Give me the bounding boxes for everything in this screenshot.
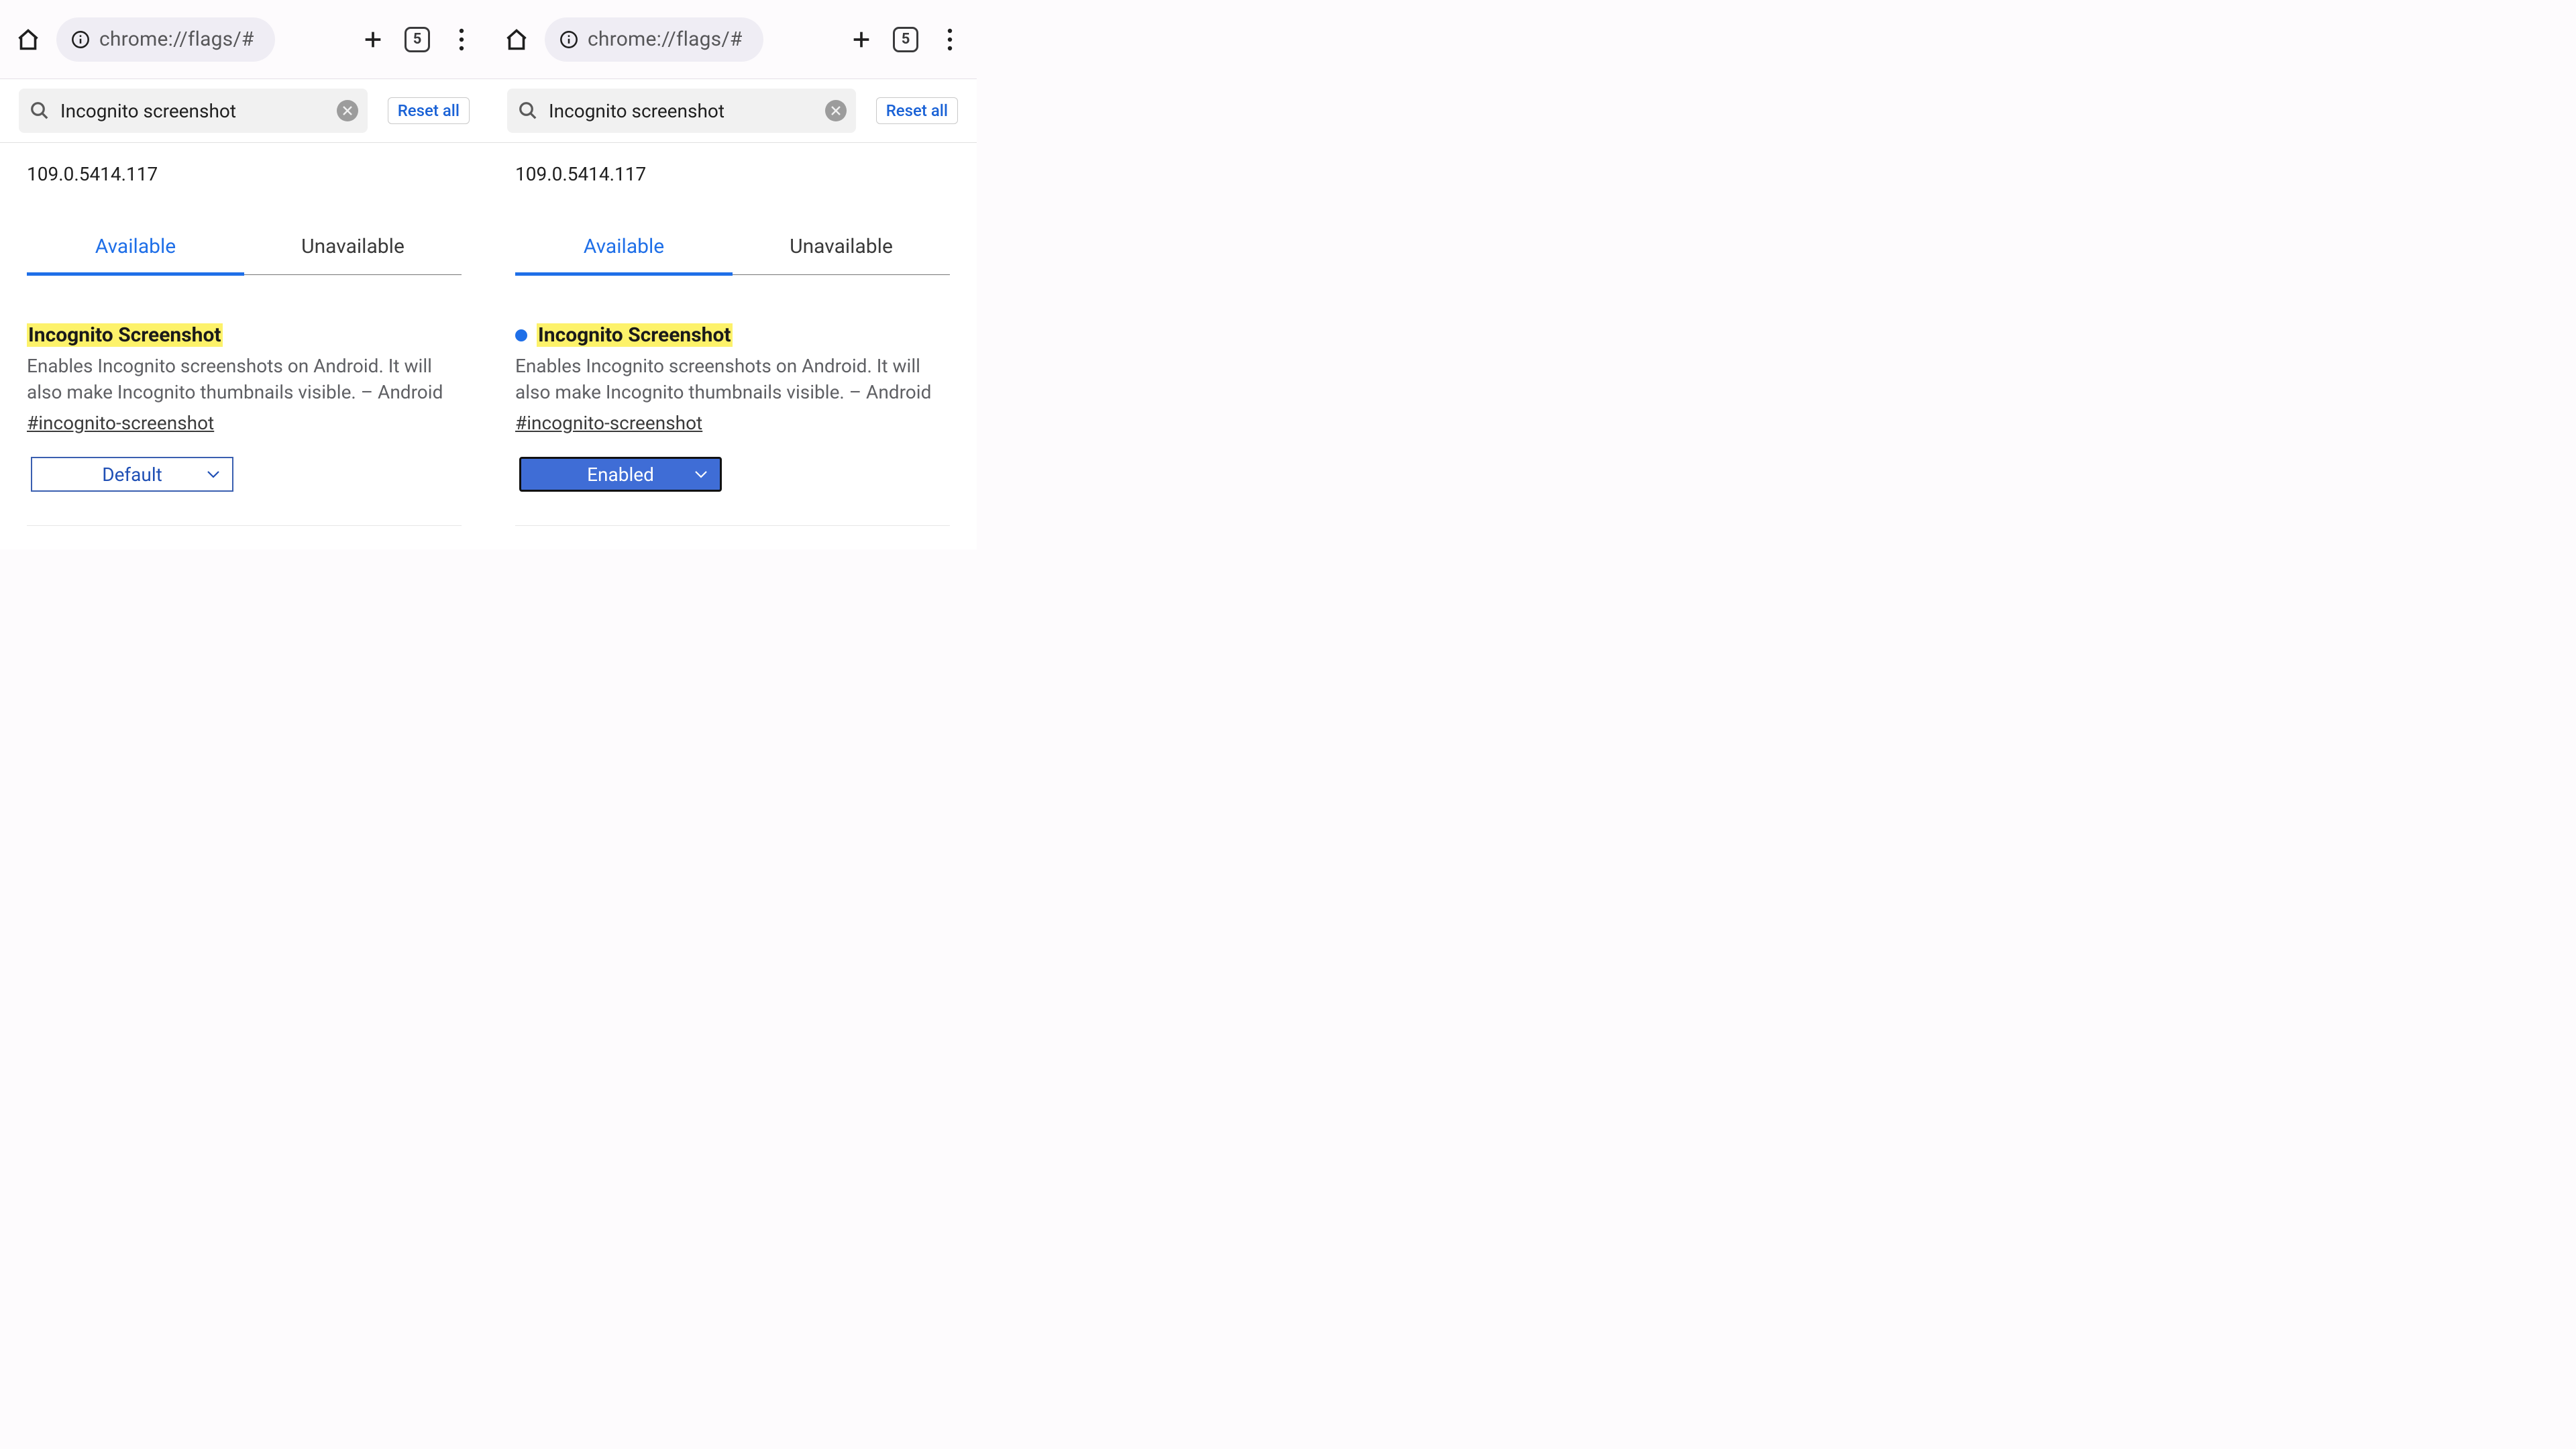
flag-item: Incognito Screenshot Enables Incognito s… <box>27 323 462 526</box>
clear-search-button[interactable] <box>337 100 358 121</box>
dropdown-value: Default <box>102 464 162 486</box>
x-icon <box>342 105 353 116</box>
flag-state-dropdown[interactable]: Default <box>31 457 233 492</box>
clear-search-button[interactable] <box>825 100 847 121</box>
flags-content: 109.0.5414.117 Available Unavailable Inc… <box>0 143 488 549</box>
flag-hash-link[interactable]: #incognito-screenshot <box>515 412 702 434</box>
home-icon <box>16 28 40 52</box>
flags-search-input[interactable]: Incognito screenshot <box>507 89 856 133</box>
overflow-menu-button[interactable] <box>935 25 965 54</box>
home-button[interactable] <box>15 26 42 53</box>
home-button[interactable] <box>503 26 530 53</box>
reset-all-button[interactable]: Reset all <box>876 97 958 124</box>
url-text: chrome://flags/# <box>588 28 743 51</box>
chevron-down-icon <box>694 470 708 479</box>
tab-unavailable[interactable]: Unavailable <box>733 225 950 274</box>
chrome-version: 109.0.5414.117 <box>27 163 462 185</box>
home-icon <box>504 28 529 52</box>
tab-switcher-button[interactable]: 5 <box>891 25 920 54</box>
kebab-icon <box>947 28 953 51</box>
chevron-down-icon <box>207 470 220 479</box>
dropdown-value: Enabled <box>587 464 654 486</box>
modified-indicator-dot <box>515 329 527 341</box>
tab-count-badge: 5 <box>893 27 918 52</box>
flags-content: 109.0.5414.117 Available Unavailable Inc… <box>488 143 977 549</box>
search-icon <box>30 101 50 121</box>
new-tab-button[interactable] <box>847 25 876 54</box>
flags-search-row: Incognito screenshot Reset all <box>0 79 488 143</box>
flags-search-row: Incognito screenshot Reset all <box>488 79 977 143</box>
site-info-icon[interactable] <box>559 30 578 49</box>
tab-count-badge: 5 <box>405 27 430 52</box>
flag-item: Incognito Screenshot Enables Incognito s… <box>515 323 950 526</box>
browser-topbar: chrome://flags/# 5 <box>488 0 977 79</box>
flag-hash-link[interactable]: #incognito-screenshot <box>27 412 214 434</box>
site-info-icon[interactable] <box>71 30 90 49</box>
flag-title: Incognito Screenshot <box>537 323 733 347</box>
plus-icon <box>850 28 873 51</box>
flag-state-dropdown[interactable]: Enabled <box>519 457 722 492</box>
kebab-icon <box>459 28 464 51</box>
tab-available[interactable]: Available <box>515 225 733 274</box>
tab-available[interactable]: Available <box>27 225 244 274</box>
flag-description: Enables Incognito screenshots on Android… <box>27 354 462 405</box>
search-query-text: Incognito screenshot <box>549 100 814 122</box>
flag-title: Incognito Screenshot <box>27 323 223 347</box>
plus-icon <box>362 28 384 51</box>
address-bar[interactable]: chrome://flags/# <box>545 17 763 62</box>
overflow-menu-button[interactable] <box>447 25 476 54</box>
new-tab-button[interactable] <box>358 25 388 54</box>
flag-description: Enables Incognito screenshots on Android… <box>515 354 950 405</box>
chrome-version: 109.0.5414.117 <box>515 163 950 185</box>
tab-unavailable[interactable]: Unavailable <box>244 225 462 274</box>
url-text: chrome://flags/# <box>99 28 254 51</box>
reset-all-button[interactable]: Reset all <box>388 97 470 124</box>
browser-topbar: chrome://flags/# 5 <box>0 0 488 79</box>
pane-right: chrome://flags/# 5 Incognito screenshot … <box>488 0 977 549</box>
address-bar[interactable]: chrome://flags/# <box>56 17 275 62</box>
flags-search-input[interactable]: Incognito screenshot <box>19 89 368 133</box>
search-query-text: Incognito screenshot <box>60 100 326 122</box>
flags-tabs: Available Unavailable <box>27 225 462 275</box>
tab-switcher-button[interactable]: 5 <box>402 25 432 54</box>
x-icon <box>830 105 841 116</box>
pane-left: chrome://flags/# 5 Incognito screenshot … <box>0 0 488 549</box>
search-icon <box>518 101 538 121</box>
flags-tabs: Available Unavailable <box>515 225 950 275</box>
